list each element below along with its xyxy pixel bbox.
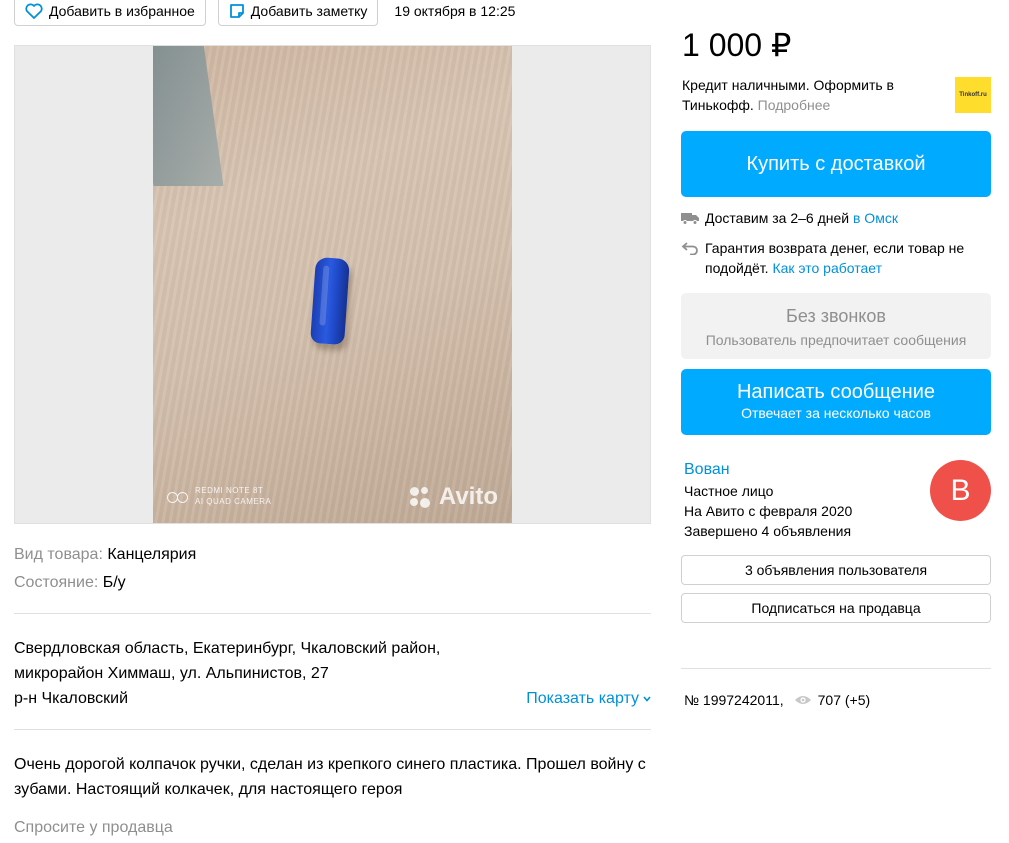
credit-offer: Кредит наличными. Оформить в Тинькофф. П… — [682, 75, 922, 115]
show-map-label: Показать карту — [526, 690, 639, 707]
ask-seller-heading: Спросите у продавца — [14, 819, 173, 836]
add-to-favorites-button[interactable]: Добавить в избранное — [14, 0, 206, 26]
ad-meta: № 1997242011, 707 (+5) — [684, 690, 870, 710]
view-count: 707 (+5) — [817, 692, 871, 708]
blue-pen-cap — [310, 256, 350, 346]
divider — [14, 729, 651, 730]
chevron-down-icon — [643, 695, 651, 702]
avito-watermark-text: Avito — [438, 483, 498, 510]
param-key: Вид товара: — [14, 546, 103, 563]
delivery-info: Доставим за 2–6 дней в Омск — [681, 208, 898, 228]
add-note-label: Добавить заметку — [250, 2, 368, 19]
no-calls-subtitle: Пользователь предпочитает сообщения — [705, 332, 967, 348]
buy-with-delivery-button[interactable]: Купить с доставкой — [681, 131, 991, 197]
camera-logo-icon — [167, 489, 189, 503]
photo-gallery[interactable]: REDMI NOTE 8T AI QUAD CAMERA Avito — [14, 45, 651, 524]
heart-icon — [25, 2, 43, 19]
top-action-bar: Добавить в избранное Добавить заметку 19… — [14, 0, 515, 26]
write-message-subtitle: Отвечает за несколько часов — [741, 405, 931, 421]
tinkoff-logo-text: Tinkoff.ru — [959, 92, 987, 98]
seller-info: Вован Частное лицо На Авито с февраля 20… — [684, 460, 852, 541]
camera-watermark: REDMI NOTE 8T AI QUAD CAMERA — [167, 485, 271, 507]
param-key: Состояние: — [14, 574, 99, 591]
write-message-button[interactable]: Написать сообщение Отвечает за несколько… — [681, 369, 991, 435]
camera-watermark-line1: REDMI NOTE 8T — [195, 486, 264, 495]
param-row: Вид товара: Канцелярия — [14, 545, 196, 573]
seller-since: На Авито с февраля 2020 — [684, 503, 853, 519]
address-line2: микрорайон Химмаш, ул. Альпинистов, 27 — [14, 665, 329, 682]
camera-watermark-line2: AI QUAD CAMERA — [195, 497, 272, 506]
no-calls-title: Без звонков — [786, 306, 886, 326]
divider — [681, 668, 991, 669]
publish-date: 19 октября в 12:25 — [394, 3, 516, 19]
add-note-button[interactable]: Добавить заметку — [217, 0, 379, 26]
delivery-text: Доставим за 2–6 дней — [705, 210, 850, 226]
show-map-link[interactable]: Показать карту — [526, 686, 651, 711]
seller-type: Частное лицо — [684, 483, 774, 499]
eye-icon — [794, 696, 811, 704]
truck-icon — [681, 213, 699, 225]
divider — [14, 613, 651, 614]
seller-avatar[interactable]: В — [930, 460, 991, 521]
subscribe-seller-button[interactable]: Подписаться на продавца — [681, 593, 991, 623]
param-value: Б/у — [102, 574, 126, 591]
param-value: Канцелярия — [107, 546, 197, 563]
credit-more-link[interactable]: Подробнее — [758, 97, 831, 113]
return-arrow-icon — [681, 242, 698, 255]
tinkoff-logo[interactable]: Tinkoff.ru — [955, 77, 991, 113]
seller-completed: Завершено 4 объявления — [684, 523, 852, 539]
no-calls-button: Без звонков Пользователь предпочитает со… — [681, 293, 991, 359]
add-to-favorites-label: Добавить в избранное — [49, 2, 195, 19]
delivery-city-link[interactable]: в Омск — [853, 210, 898, 226]
address-line1: Свердловская область, Екатеринбург, Чкал… — [14, 640, 441, 657]
item-params: Вид товара: Канцелярия Состояние: Б/у — [14, 545, 196, 601]
address-block: Свердловская область, Екатеринбург, Чкал… — [14, 636, 654, 711]
item-description: Очень дорогой колпачок ручки, сделан из … — [14, 756, 646, 798]
guarantee-info: Гарантия возврата денег, если товар не п… — [681, 238, 981, 278]
write-message-title: Написать сообщение — [736, 381, 935, 403]
user-ads-button[interactable]: 3 объявления пользователя — [681, 555, 991, 585]
param-row: Состояние: Б/у — [14, 573, 196, 601]
seller-name-link[interactable]: Вован — [684, 460, 852, 480]
note-icon — [229, 3, 244, 18]
avito-logo-icon — [409, 486, 433, 509]
price: 1 000 ₽ — [682, 27, 792, 63]
product-photo[interactable]: REDMI NOTE 8T AI QUAD CAMERA Avito — [153, 46, 512, 523]
avito-watermark: Avito — [409, 483, 498, 511]
ad-number: № 1997242011, — [684, 692, 784, 708]
guarantee-how-link[interactable]: Как это работает — [772, 260, 882, 276]
